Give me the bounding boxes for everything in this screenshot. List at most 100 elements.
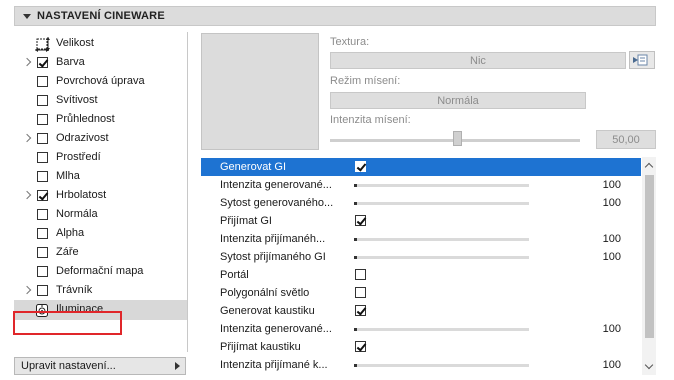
parameter-label: Intenzita přijímané k... [220,359,328,371]
channel-checkbox[interactable] [37,133,48,144]
parameter-slider-fill [354,238,357,241]
chevron-right-icon[interactable] [22,285,32,295]
parameter-row[interactable]: Intenzita generované... 100 [201,320,641,338]
scrollbar-thumb[interactable] [645,175,654,338]
parameter-slider-fill [354,328,357,331]
chevron-right-icon[interactable] [22,190,32,200]
channel-item[interactable]: Trávník [14,281,187,301]
chevron-right-icon[interactable] [22,57,32,67]
blend-mode-select[interactable]: Normála [330,92,586,109]
parameter-value[interactable]: 100 [603,197,621,209]
parameter-scrollbar[interactable] [642,157,656,375]
channel-label: Průhlednost [56,113,115,125]
parameter-label: Portál [220,269,249,281]
channel-checkbox[interactable] [37,152,48,163]
channel-item[interactable]: Deformační mapa [14,262,187,282]
parameter-slider-fill [354,202,357,205]
parameter-label: Přijímat kaustiku [220,341,301,353]
chevron-right-icon[interactable] [22,133,32,143]
parameter-label: Intenzita generované... [220,179,332,191]
parameter-slider-fill [354,364,357,367]
channel-item[interactable]: Záře [14,243,187,263]
scroll-up-icon[interactable] [644,162,654,172]
parameter-checkbox[interactable] [355,215,366,226]
parameter-row[interactable]: Přijímat GI [201,212,641,230]
parameter-checkbox[interactable] [355,341,366,352]
parameter-row[interactable]: Intenzita přijímané k... 100 [201,356,641,374]
texture-preview [201,33,319,150]
parameter-label: Intenzita generované... [220,323,332,335]
parameter-slider[interactable] [354,238,529,241]
parameter-slider[interactable] [354,202,529,205]
channel-checkbox[interactable] [37,114,48,125]
channel-item[interactable]: Alpha [14,224,187,244]
parameter-checkbox[interactable] [355,269,366,280]
parameter-label: Sytost generovaného... [220,197,334,209]
panel-header[interactable]: NASTAVENÍ CINEWARE [14,6,656,26]
parameter-value[interactable]: 100 [603,323,621,335]
channel-item[interactable]: Velikost [14,34,187,54]
channel-label: Velikost [56,37,94,49]
parameter-checkbox[interactable] [355,305,366,316]
channel-item[interactable]: Svítivost [14,91,187,111]
channel-item[interactable]: Mlha [14,167,187,187]
parameter-value[interactable]: 100 [603,359,621,371]
parameter-row[interactable]: Generovat GI [201,158,641,176]
parameter-label: Přijímat GI [220,215,272,227]
channel-list: Velikost Barva Povrchová úprava Svítivost Pr… [14,32,188,352]
channel-item[interactable]: Průhlednost [14,110,187,130]
edit-settings-button[interactable]: Upravit nastavení... [14,357,186,375]
channel-checkbox[interactable] [37,266,48,277]
parameter-row[interactable]: Generovat kaustiku [201,302,641,320]
channel-checkbox[interactable] [37,95,48,106]
parameter-value[interactable]: 100 [603,233,621,245]
texture-field[interactable]: Nic [330,52,626,69]
channel-item[interactable]: Povrchová úprava [14,72,187,92]
channel-item[interactable]: Hrbolatost [14,186,187,206]
edit-settings-label: Upravit nastavení... [21,360,116,372]
parameter-value[interactable]: 100 [603,251,621,263]
channel-checkbox[interactable] [37,76,48,87]
channel-checkbox[interactable] [37,171,48,182]
channel-item[interactable]: Barva [14,53,187,73]
parameter-row[interactable]: Sytost generovaného... 100 [201,194,641,212]
channel-checkbox[interactable] [37,285,48,296]
scroll-down-icon[interactable] [644,360,654,370]
blend-intensity-thumb[interactable] [453,131,462,146]
blend-intensity-field[interactable]: 50,00 [596,130,656,149]
parameter-row[interactable]: Sytost přijímaného GI 100 [201,248,641,266]
parameter-row[interactable]: Přijímat kaustiku [201,338,641,356]
parameter-slider[interactable] [354,184,529,187]
parameter-checkbox[interactable] [355,287,366,298]
parameter-checkbox[interactable] [355,161,366,172]
channel-label: Hrbolatost [56,189,107,201]
channel-item[interactable]: Normála [14,205,187,225]
parameter-slider[interactable] [354,364,529,367]
channel-checkbox[interactable] [37,190,48,201]
channel-checkbox[interactable] [37,247,48,258]
parameter-slider-fill [354,184,357,187]
channel-checkbox[interactable] [37,209,48,220]
parameter-row[interactable]: Intenzita přijímanéh... 100 [201,230,641,248]
channel-label: Prostředí [56,151,101,163]
parameter-slider[interactable] [354,256,529,259]
channel-label: Povrchová úprava [56,75,145,87]
channel-label: Mlha [56,170,80,182]
submenu-arrow-icon [175,362,180,370]
collapse-arrow-icon[interactable] [23,14,31,19]
parameter-slider[interactable] [354,328,529,331]
parameter-row[interactable]: Intenzita generované... 100 [201,176,641,194]
texture-browse-icon [633,54,648,66]
blend-intensity-label: Intenzita mísení: [330,114,411,126]
parameter-row[interactable]: Polygonální světlo [201,284,641,302]
parameter-row[interactable]: Portál [201,266,641,284]
channel-item[interactable]: Odrazivost [14,129,187,149]
parameter-list: Generovat GI Intenzita generované... 100 Sy… [201,157,641,375]
channel-checkbox[interactable] [37,228,48,239]
panel-title: NASTAVENÍ CINEWARE [37,10,165,22]
channel-checkbox[interactable] [37,57,48,68]
channel-label: Odrazivost [56,132,109,144]
parameter-value[interactable]: 100 [603,179,621,191]
texture-browse-button[interactable] [629,51,655,69]
channel-item[interactable]: Prostředí [14,148,187,168]
